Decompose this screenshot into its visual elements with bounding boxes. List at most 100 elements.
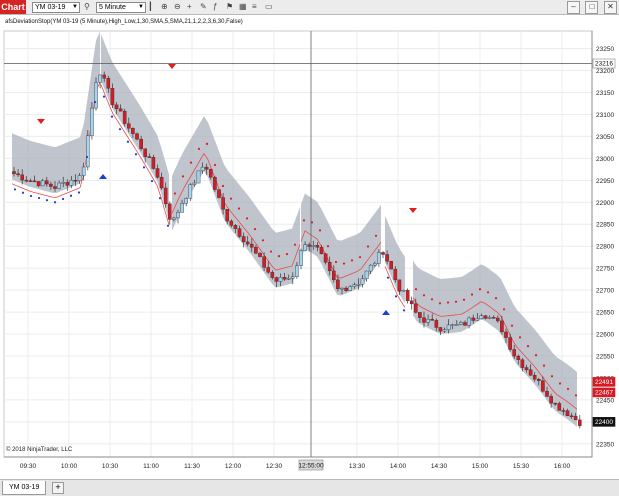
candle-body bbox=[377, 252, 381, 264]
candle-body bbox=[467, 317, 471, 326]
candle-body bbox=[385, 254, 389, 262]
stop-dot bbox=[518, 336, 522, 339]
bar-style-icon[interactable]: ┃ bbox=[148, 2, 158, 12]
crosshair-icon[interactable]: + bbox=[187, 2, 197, 12]
stop-dot bbox=[386, 276, 390, 279]
y-tick-label: 23050 bbox=[596, 134, 614, 141]
instrument-selector-value: YM 03-19 bbox=[35, 4, 66, 11]
candle-body bbox=[45, 180, 49, 185]
candle-body bbox=[180, 203, 184, 213]
strategies-icon[interactable]: ⚑ bbox=[226, 2, 236, 12]
price-chart[interactable]: 12:55:00 2235022400224502250022550226002… bbox=[0, 15, 619, 481]
draw-icon[interactable]: ✎ bbox=[200, 2, 210, 12]
stop-dot bbox=[61, 197, 65, 201]
stop-dot bbox=[142, 166, 146, 169]
candle-body bbox=[397, 279, 402, 292]
candle-body bbox=[61, 182, 65, 184]
candle-body bbox=[561, 410, 566, 412]
candle-body bbox=[516, 355, 521, 360]
candle-body bbox=[192, 182, 197, 185]
stop-dot bbox=[213, 163, 217, 167]
stop-dot bbox=[69, 194, 73, 197]
candle-body bbox=[36, 181, 41, 187]
candle-body bbox=[65, 182, 70, 186]
stop-dot bbox=[85, 155, 89, 159]
candle-body bbox=[73, 180, 78, 182]
y-tick-label: 23100 bbox=[596, 112, 614, 119]
stop-dot bbox=[110, 115, 114, 118]
candle-body bbox=[12, 171, 16, 174]
stop-dot bbox=[462, 298, 466, 301]
x-tick-label: 10:30 bbox=[102, 463, 119, 470]
copyright-text: © 2018 NinjaTrader, LLC bbox=[6, 447, 73, 453]
candle-body bbox=[565, 410, 570, 417]
x-tick-label: 11:00 bbox=[143, 463, 159, 470]
candle-body bbox=[442, 329, 447, 332]
y-tick-label: 22550 bbox=[596, 353, 614, 360]
add-tab-button[interactable]: + bbox=[52, 482, 64, 494]
candle-body bbox=[414, 303, 418, 313]
candle-body bbox=[233, 225, 238, 229]
candle-body bbox=[389, 261, 394, 270]
y-tick-label: 22600 bbox=[596, 332, 614, 339]
stop-dot bbox=[150, 179, 154, 183]
properties-icon[interactable]: ≡ bbox=[252, 2, 262, 12]
candle-body bbox=[541, 380, 545, 392]
y-tick-label: 23250 bbox=[596, 46, 614, 53]
search-icon[interactable]: ⚲ bbox=[84, 2, 94, 12]
stop-dot bbox=[245, 217, 249, 220]
candle-body bbox=[172, 217, 176, 220]
candle-body bbox=[405, 290, 410, 302]
stop-dot bbox=[414, 288, 418, 291]
stop-dot bbox=[173, 192, 177, 195]
candle-body bbox=[176, 212, 180, 219]
candle-body bbox=[578, 419, 582, 426]
price-label: 22491 bbox=[595, 379, 613, 386]
candle-body bbox=[311, 245, 316, 247]
x-tick-label: 15:00 bbox=[472, 463, 489, 470]
candle-body bbox=[266, 267, 271, 273]
candle-body bbox=[155, 168, 160, 178]
price-label: 23216 bbox=[595, 61, 613, 68]
candle-body bbox=[500, 320, 504, 333]
zoom-in-icon[interactable]: ⊕ bbox=[161, 2, 171, 12]
stop-dot bbox=[118, 128, 122, 131]
candle-body bbox=[299, 250, 303, 266]
instrument-selector[interactable]: YM 03-19 ▼ bbox=[32, 2, 80, 13]
stop-dot bbox=[134, 153, 138, 156]
stop-dot bbox=[486, 291, 490, 294]
candle-body bbox=[106, 78, 111, 89]
stop-dot bbox=[237, 207, 241, 210]
y-tick-label: 22450 bbox=[596, 397, 614, 404]
candle-body bbox=[303, 244, 307, 251]
candle-body bbox=[545, 391, 549, 397]
minimize-icon[interactable]: – bbox=[566, 1, 580, 14]
indicators-icon[interactable]: ƒ bbox=[213, 2, 223, 12]
template-icon[interactable]: ▭ bbox=[265, 2, 275, 12]
chart-window-tab[interactable]: Chart bbox=[0, 0, 26, 14]
candle-body bbox=[90, 107, 94, 136]
candle-body bbox=[455, 324, 459, 326]
candle-body bbox=[307, 244, 312, 247]
y-tick-label: 22750 bbox=[596, 266, 614, 273]
candle-body bbox=[532, 375, 537, 380]
candle-body bbox=[94, 82, 98, 109]
close-icon[interactable]: ✕ bbox=[604, 1, 617, 14]
x-tick-label: 11:30 bbox=[184, 463, 200, 470]
maximize-icon[interactable]: □ bbox=[585, 1, 599, 14]
candle-body bbox=[245, 241, 250, 245]
stop-dot bbox=[158, 197, 162, 200]
candle-body bbox=[85, 135, 90, 168]
x-tick-label: 15:30 bbox=[513, 463, 530, 470]
stop-dot bbox=[574, 394, 578, 397]
stop-dot bbox=[261, 239, 265, 242]
x-tick-label: 14:00 bbox=[390, 463, 407, 470]
data-box-icon[interactable]: ▦ bbox=[239, 2, 249, 12]
stop-dot bbox=[422, 294, 426, 297]
x-tick-label: 09:30 bbox=[20, 463, 37, 470]
candle-body bbox=[422, 317, 426, 323]
candle-body bbox=[356, 284, 361, 286]
zoom-out-icon[interactable]: ⊖ bbox=[174, 2, 184, 12]
interval-selector[interactable]: 5 Minute ▼ bbox=[96, 2, 146, 13]
instrument-tab[interactable]: YM 03-19 bbox=[2, 481, 47, 495]
